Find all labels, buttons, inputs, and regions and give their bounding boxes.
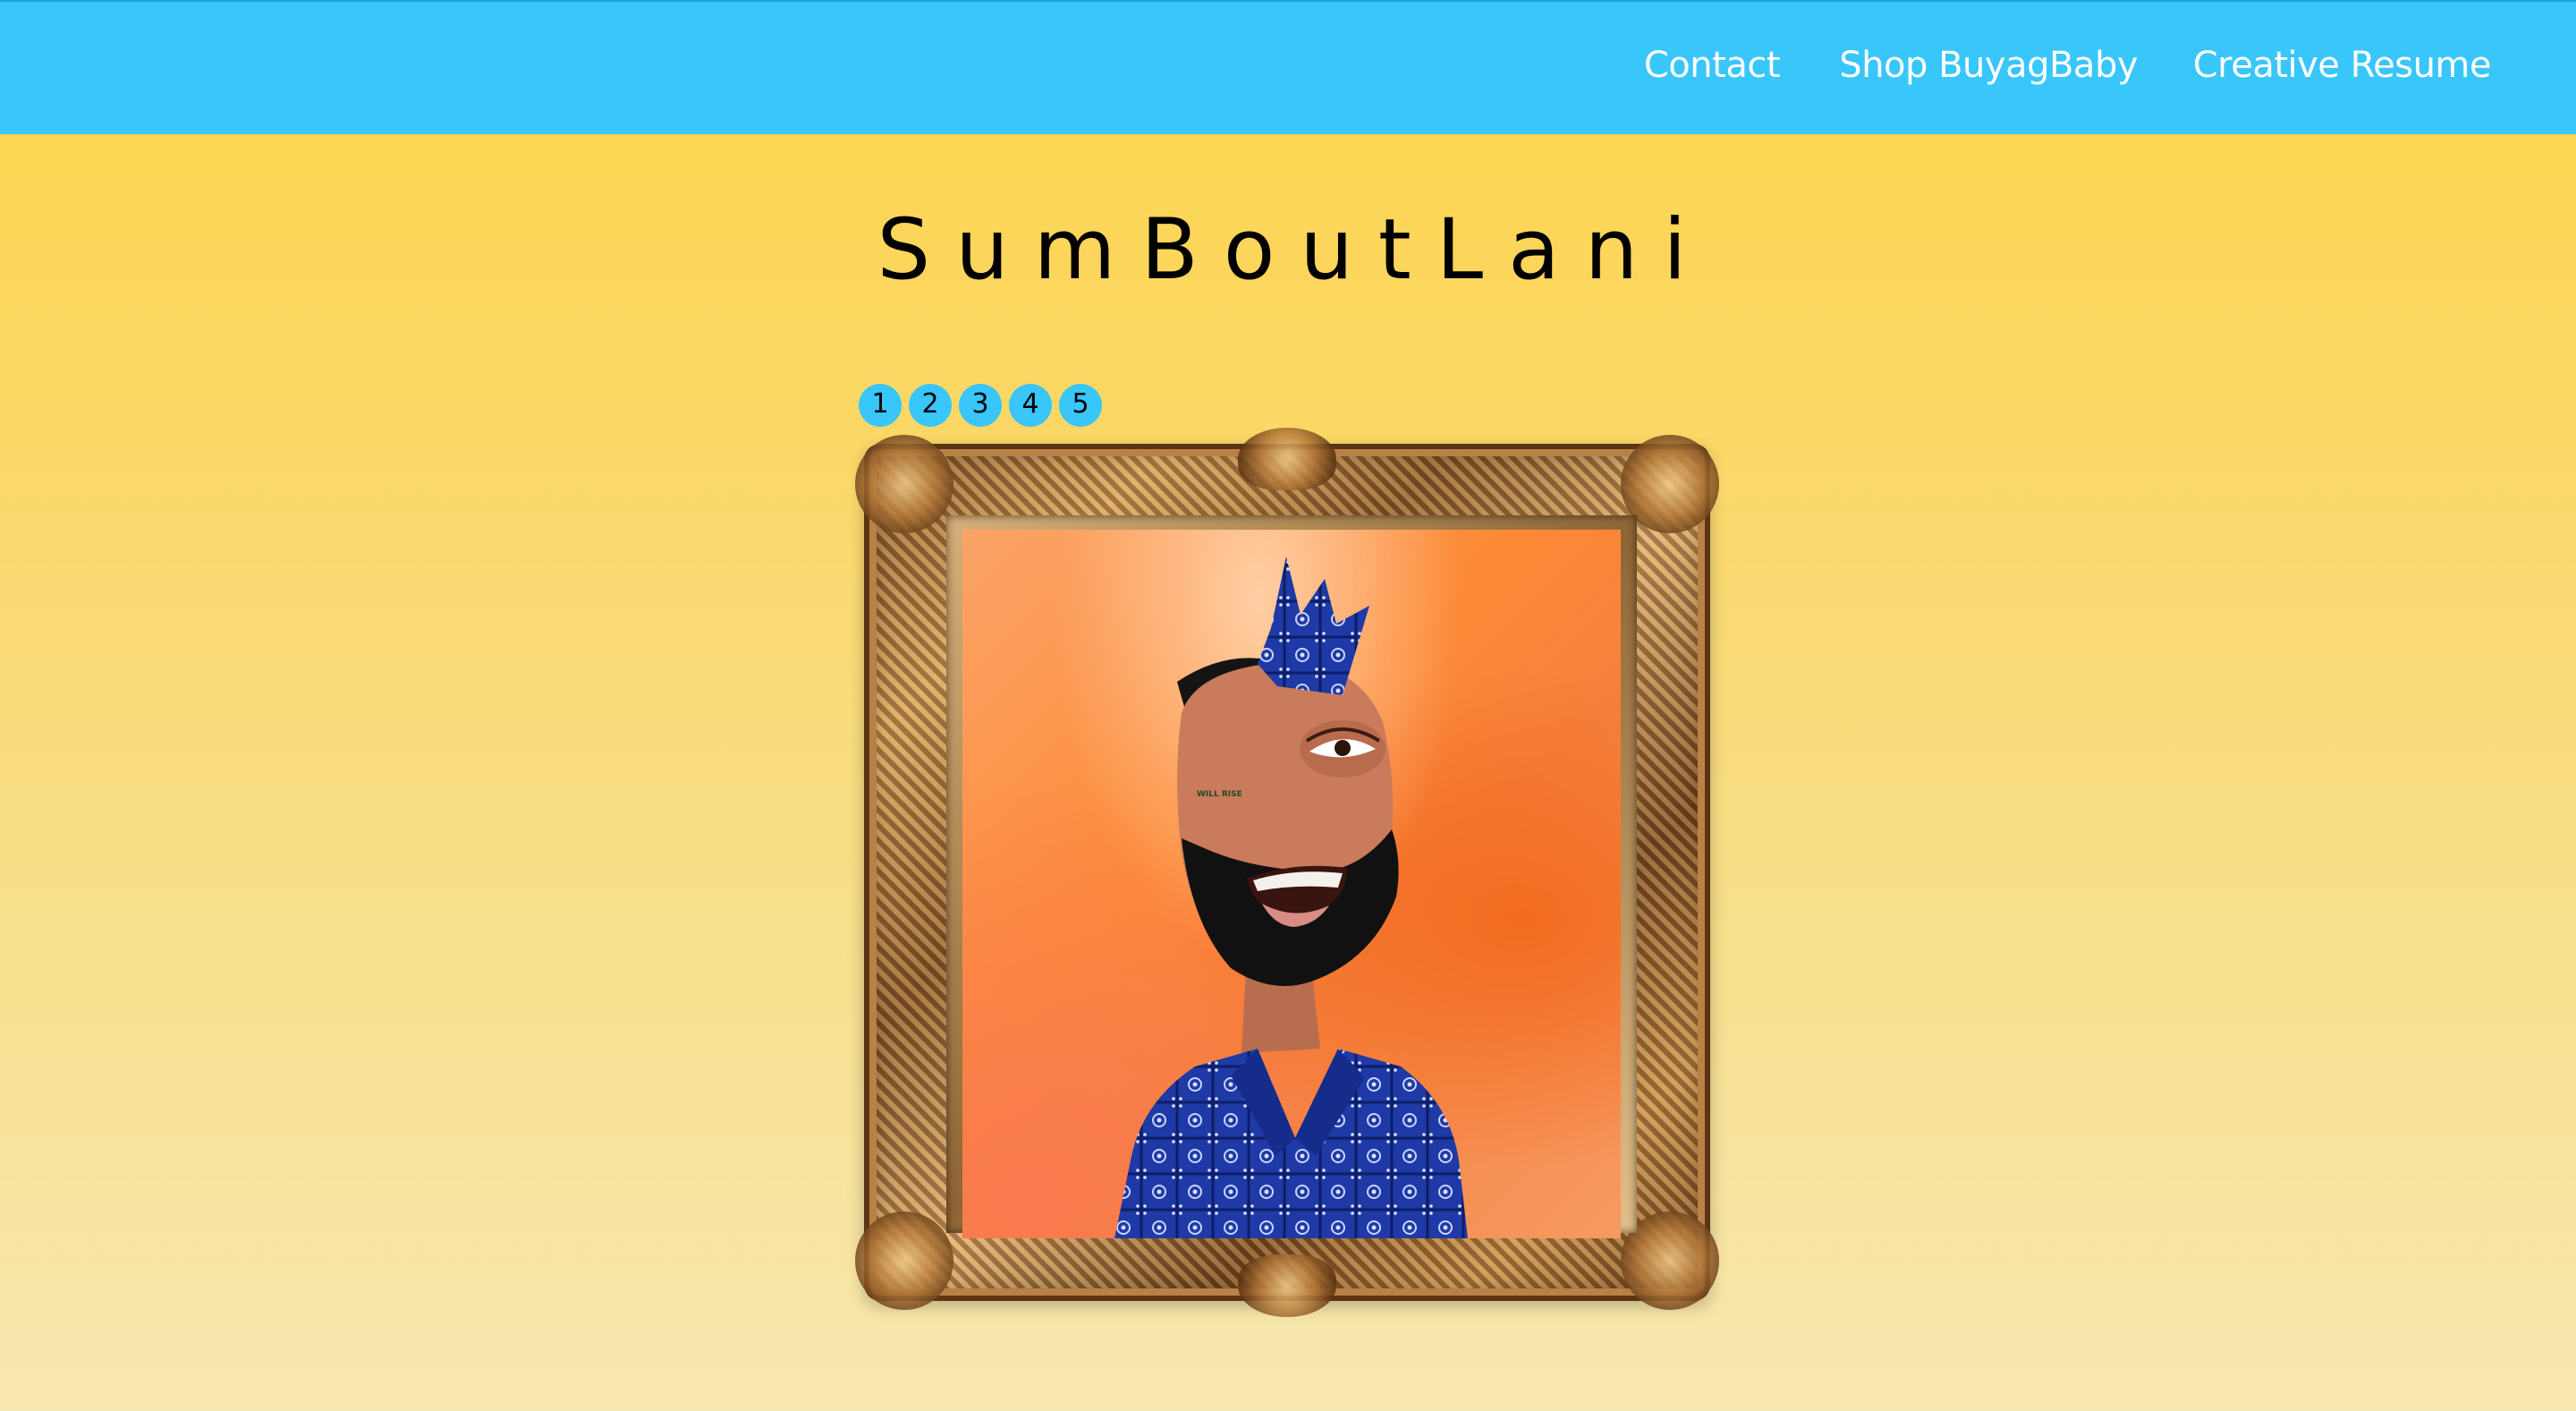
portrait-illustration: WILL RISE (962, 530, 1621, 1238)
frame-corner-ornament (855, 1211, 953, 1310)
bandana-shirt (1114, 1049, 1468, 1238)
nav-shop-link[interactable]: Shop BuyagBaby (1839, 45, 2138, 86)
top-navbar: Contact Shop BuyagBaby Creative Resume (0, 0, 2576, 134)
nav-creative-resume-link[interactable]: Creative Resume (2193, 45, 2492, 86)
slide-1-button[interactable]: 1 (859, 384, 902, 427)
slide-5-button[interactable]: 5 (1059, 384, 1102, 427)
slide-2-button[interactable]: 2 (909, 384, 952, 427)
site-title: SumBoutLani (877, 201, 1712, 299)
frame-bottom-ornament (1238, 1254, 1336, 1317)
framed-artwork: WILL RISE (855, 428, 1719, 1317)
nav-contact-link[interactable]: Contact (1644, 45, 1781, 86)
portrait-svg: WILL RISE (1114, 557, 1468, 1238)
frame-corner-ornament (855, 435, 953, 533)
bandana-crown (1258, 557, 1369, 695)
slide-3-button[interactable]: 3 (959, 384, 1002, 427)
face-tattoo-text: WILL RISE (1197, 790, 1242, 799)
slide-4-button[interactable]: 4 (1009, 384, 1052, 427)
frame-top-ornament (1238, 428, 1336, 490)
slideshow-pager: 1 2 3 4 5 (859, 384, 1102, 427)
eye-pupil (1335, 740, 1351, 756)
